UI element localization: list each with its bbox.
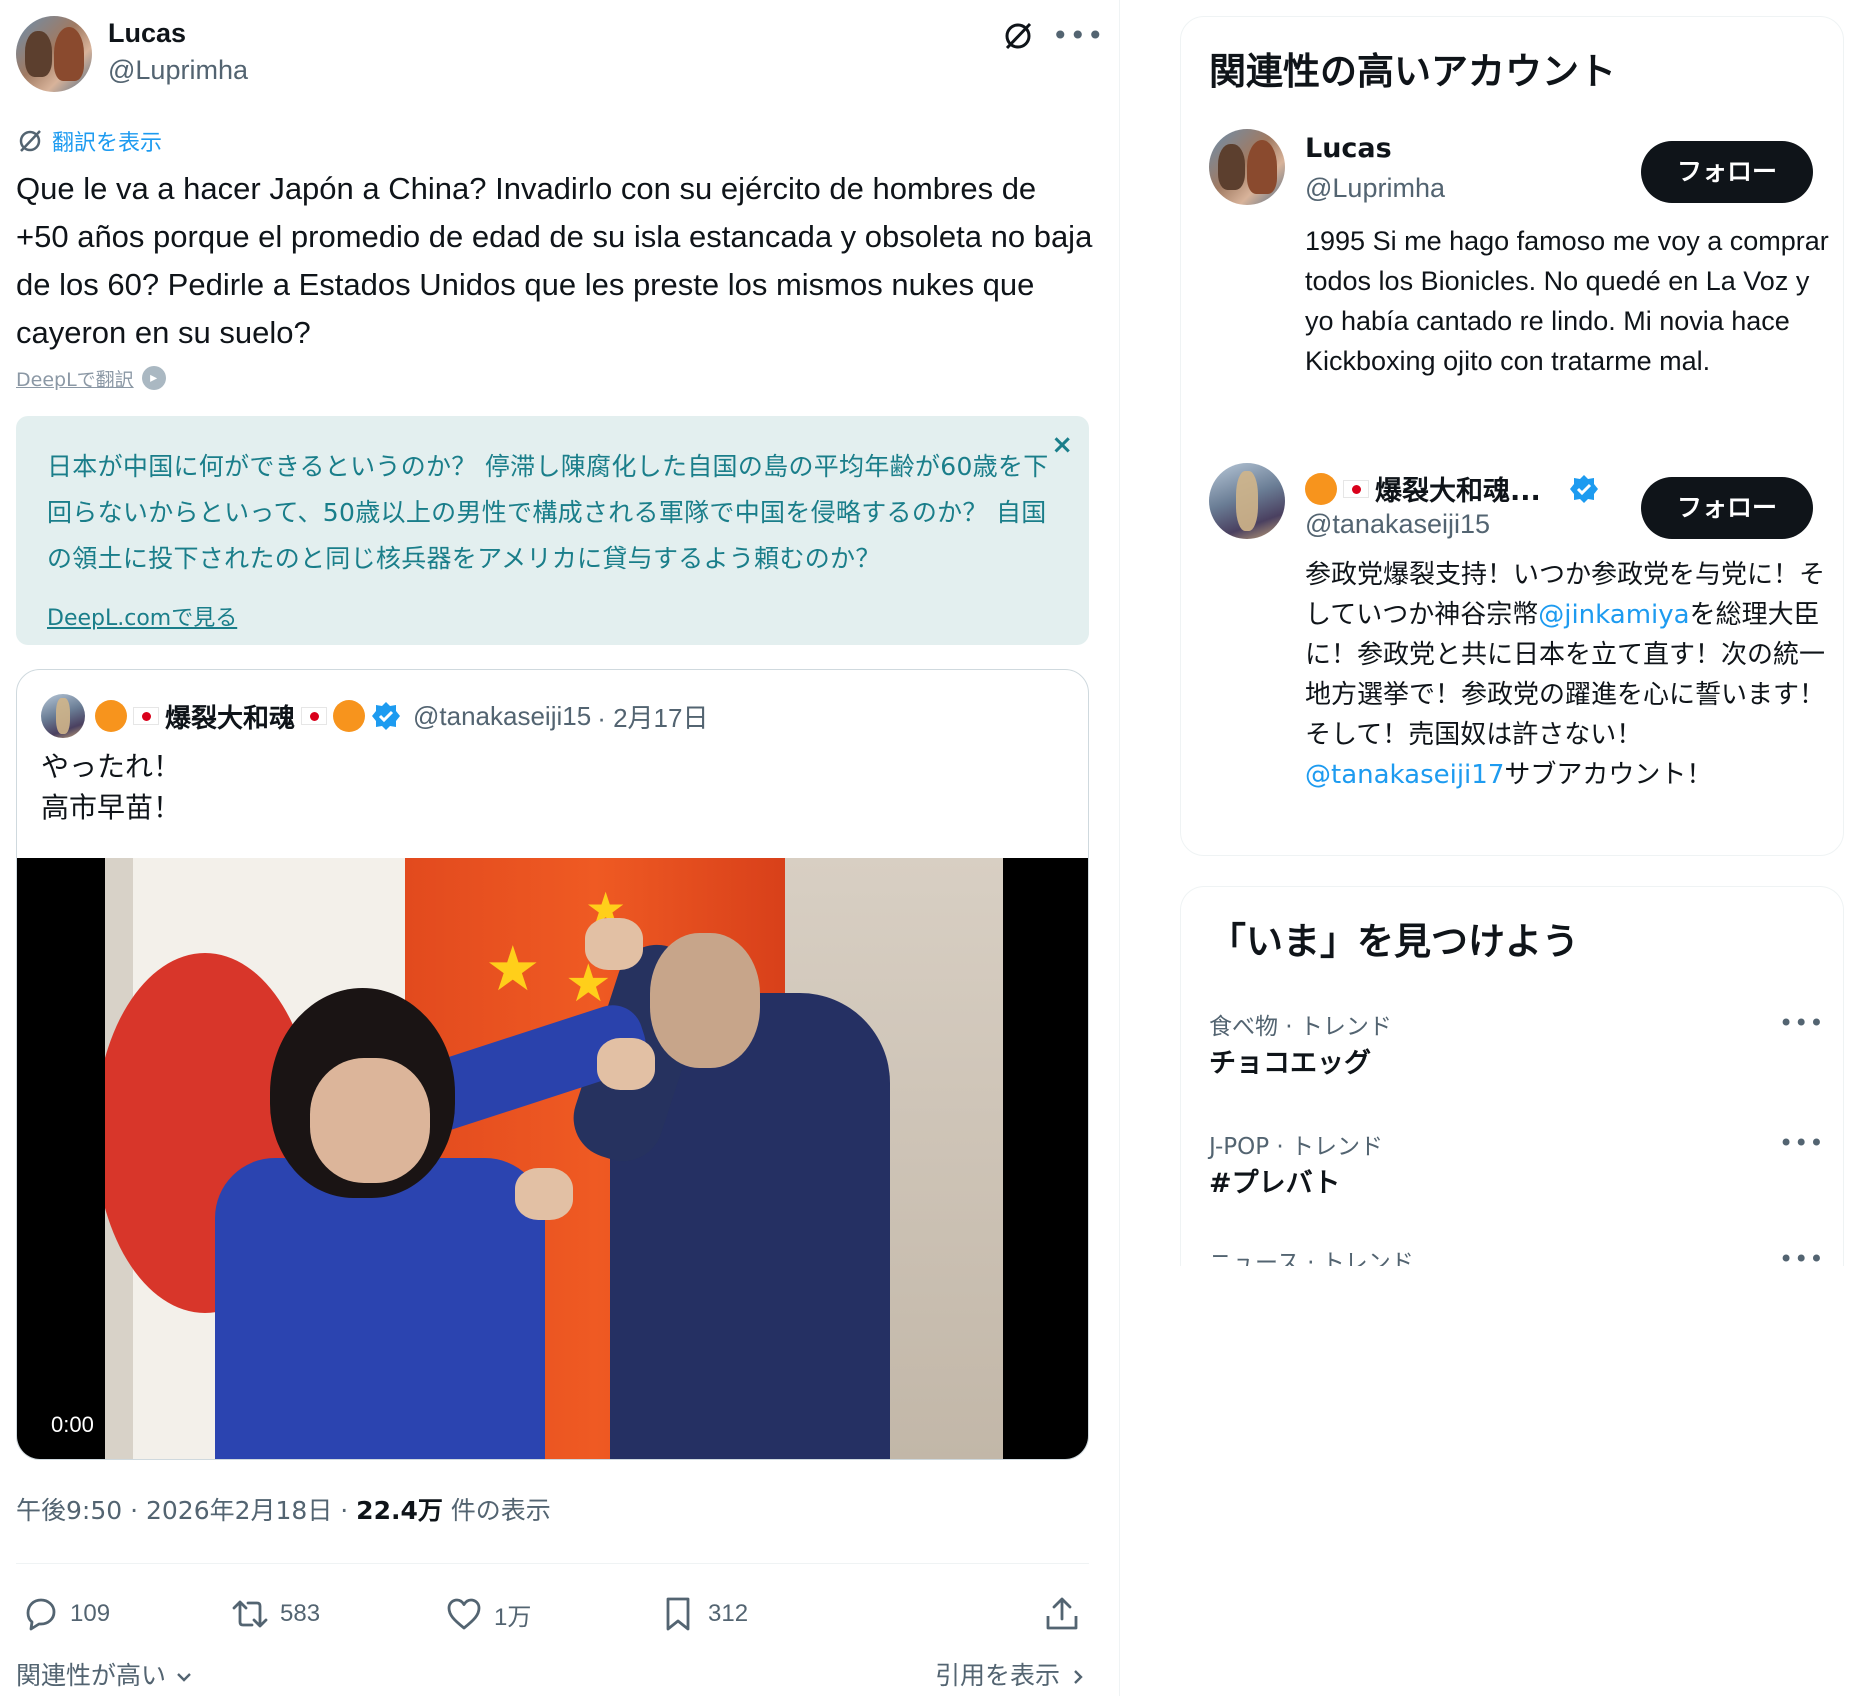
trends-panel: 「いま」を見つけよう 食べ物 · トレンド チョコエッグ ••• J-POP ·… bbox=[1180, 886, 1844, 1266]
share-button[interactable] bbox=[1042, 1590, 1082, 1638]
more-icon[interactable]: ••• bbox=[1779, 1129, 1824, 1157]
reply-button[interactable]: 109 bbox=[20, 1590, 110, 1638]
quote-date[interactable]: · 2月17日 bbox=[597, 698, 708, 735]
video-player[interactable]: ★ ★ ★ 0:00 bbox=[17, 858, 1088, 1459]
panel-title: 関連性の高いアカウント bbox=[1209, 50, 1616, 93]
author-avatar[interactable] bbox=[16, 16, 92, 92]
repost-count: 583 bbox=[280, 1600, 321, 1627]
deepl-icon: ▸ bbox=[141, 366, 166, 390]
quote-avatar[interactable] bbox=[41, 694, 85, 738]
panel-title: 「いま」を見つけよう bbox=[1209, 920, 1579, 963]
repost-icon bbox=[232, 1600, 268, 1628]
more-icon[interactable]: ••• bbox=[1779, 1245, 1824, 1266]
chevron-down-icon bbox=[174, 1661, 194, 1690]
bio-text: サブアカウント！ bbox=[1504, 760, 1713, 790]
like-count: 1万 bbox=[494, 1603, 532, 1631]
account-name[interactable]: 爆裂大和魂... bbox=[1305, 469, 1599, 508]
orange-circle-icon bbox=[1305, 472, 1337, 505]
video-frame: ★ ★ ★ bbox=[105, 858, 1003, 1459]
account-handle[interactable]: @Luprimha bbox=[1305, 173, 1445, 204]
more-icon[interactable]: ••• bbox=[1779, 1009, 1824, 1037]
account-avatar[interactable] bbox=[1209, 463, 1285, 539]
tweet-detail: Lucas @Luprimha ••• 翻訳を表示 Que le va a ha… bbox=[0, 0, 1120, 1696]
action-bar: 109 583 1万 312 bbox=[16, 1590, 1089, 1638]
mention-link[interactable]: @jinkamiya bbox=[1538, 600, 1689, 630]
trend-name[interactable]: #プレバト bbox=[1209, 1161, 1340, 1200]
japan-flag-icon bbox=[301, 707, 328, 725]
grok-icon[interactable] bbox=[1000, 18, 1036, 54]
author-handle[interactable]: @Luprimha bbox=[108, 55, 248, 86]
tweet-timestamp[interactable]: 午後9:50 · 2026年2月18日 · bbox=[16, 1496, 356, 1525]
bookmark-button[interactable]: 312 bbox=[658, 1590, 748, 1638]
japan-flag-icon bbox=[133, 707, 159, 725]
reply-count: 109 bbox=[70, 1600, 111, 1627]
bookmark-icon bbox=[666, 1597, 690, 1631]
video-person bbox=[215, 1158, 545, 1459]
quote-author-name[interactable]: 爆裂大和魂 bbox=[165, 698, 295, 735]
quote-author-handle[interactable]: @tanakaseiji15 bbox=[413, 701, 591, 732]
show-translation-button[interactable]: 翻訳を表示 bbox=[16, 126, 162, 156]
close-icon[interactable]: × bbox=[1051, 430, 1073, 460]
orange-circle-icon bbox=[95, 700, 127, 732]
quote-header: 爆裂大和魂 @tanakaseiji15 · 2月17日 bbox=[95, 696, 708, 736]
trend-category: J-POP · トレンド bbox=[1209, 1134, 1384, 1160]
verified-icon bbox=[1569, 474, 1599, 504]
translation-box: 日本が中国に何ができるというのか？ 停滞し陳腐化した自国の島の平均年齢が60歳を… bbox=[16, 416, 1089, 645]
more-icon[interactable]: ••• bbox=[1052, 18, 1104, 54]
bookmark-count: 312 bbox=[708, 1600, 749, 1627]
account-name-text: Lucas bbox=[1305, 133, 1392, 164]
views-count: 22.4万 bbox=[356, 1496, 443, 1525]
reply-sort-dropdown[interactable]: 関連性が高い bbox=[16, 1656, 194, 1692]
trend-name[interactable]: チョコエッグ bbox=[1209, 1041, 1371, 1080]
trend-category: 食べ物 · トレンド bbox=[1209, 1014, 1392, 1040]
follow-button[interactable]: フォロー bbox=[1641, 141, 1813, 203]
related-accounts-panel: 関連性の高いアカウント Lucas @Luprimha フォロー 1995 Si… bbox=[1180, 16, 1844, 856]
account-name-text: 爆裂大和魂... bbox=[1375, 476, 1541, 507]
account-bio: 参政党爆裂支持！いつか参政党を与党に！そしていつか神谷宗幣@jinkamiyaを… bbox=[1305, 555, 1835, 795]
quote-text: やったれ！ 高市早苗！ bbox=[41, 746, 181, 828]
video-timestamp: 0:00 bbox=[41, 1410, 104, 1440]
account-avatar[interactable] bbox=[1209, 129, 1285, 205]
reply-icon bbox=[26, 1598, 56, 1631]
share-icon bbox=[1046, 1597, 1078, 1630]
japan-flag-icon bbox=[1343, 479, 1369, 498]
quotes-link-label: 引用を表示 bbox=[935, 1661, 1061, 1690]
tweet-meta: 午後9:50 · 2026年2月18日 · 22.4万 件の表示 bbox=[16, 1491, 551, 1527]
account-bio: 1995 Si me hago famoso me voy a comprar … bbox=[1305, 226, 1829, 376]
quote-text-line: やったれ！ bbox=[41, 750, 182, 783]
account-handle[interactable]: @tanakaseiji15 bbox=[1305, 509, 1490, 540]
views-suffix: 件の表示 bbox=[442, 1496, 551, 1525]
divider bbox=[16, 1563, 1089, 1564]
chevron-right-icon bbox=[1068, 1661, 1088, 1690]
deepl-label[interactable]: DeepLで翻訳 bbox=[16, 365, 134, 392]
deepl-com-link[interactable]: DeepL.comで見る bbox=[47, 600, 237, 632]
author-name[interactable]: Lucas bbox=[108, 18, 186, 49]
translation-text: 日本が中国に何ができるというのか？ 停滞し陳腐化した自国の島の平均年齢が60歳を… bbox=[47, 452, 1049, 573]
translate-icon bbox=[16, 127, 44, 155]
sort-label: 関連性が高い bbox=[16, 1661, 167, 1690]
tweet-text: Que le va a hacer Japón a China? Invadir… bbox=[16, 171, 1093, 350]
like-icon bbox=[447, 1598, 481, 1630]
translate-label[interactable]: 翻訳を表示 bbox=[52, 125, 162, 157]
like-button[interactable]: 1万 bbox=[444, 1590, 531, 1638]
verified-icon bbox=[371, 701, 401, 731]
account-name[interactable]: Lucas bbox=[1305, 133, 1392, 164]
view-quotes-link[interactable]: 引用を表示 bbox=[935, 1656, 1088, 1692]
quote-text-line: 高市早苗！ bbox=[41, 791, 182, 824]
orange-circle-icon bbox=[333, 700, 366, 732]
repost-button[interactable]: 583 bbox=[230, 1590, 320, 1638]
deepl-attribution[interactable]: DeepLで翻訳 ▸ bbox=[16, 364, 166, 392]
quoted-tweet[interactable]: 爆裂大和魂 @tanakaseiji15 · 2月17日 やったれ！ 高市早苗！… bbox=[16, 669, 1089, 1460]
trend-category: ニュース · トレンド bbox=[1209, 1250, 1414, 1266]
mention-link[interactable]: @tanakaseiji17 bbox=[1305, 760, 1504, 790]
follow-button[interactable]: フォロー bbox=[1641, 477, 1813, 539]
